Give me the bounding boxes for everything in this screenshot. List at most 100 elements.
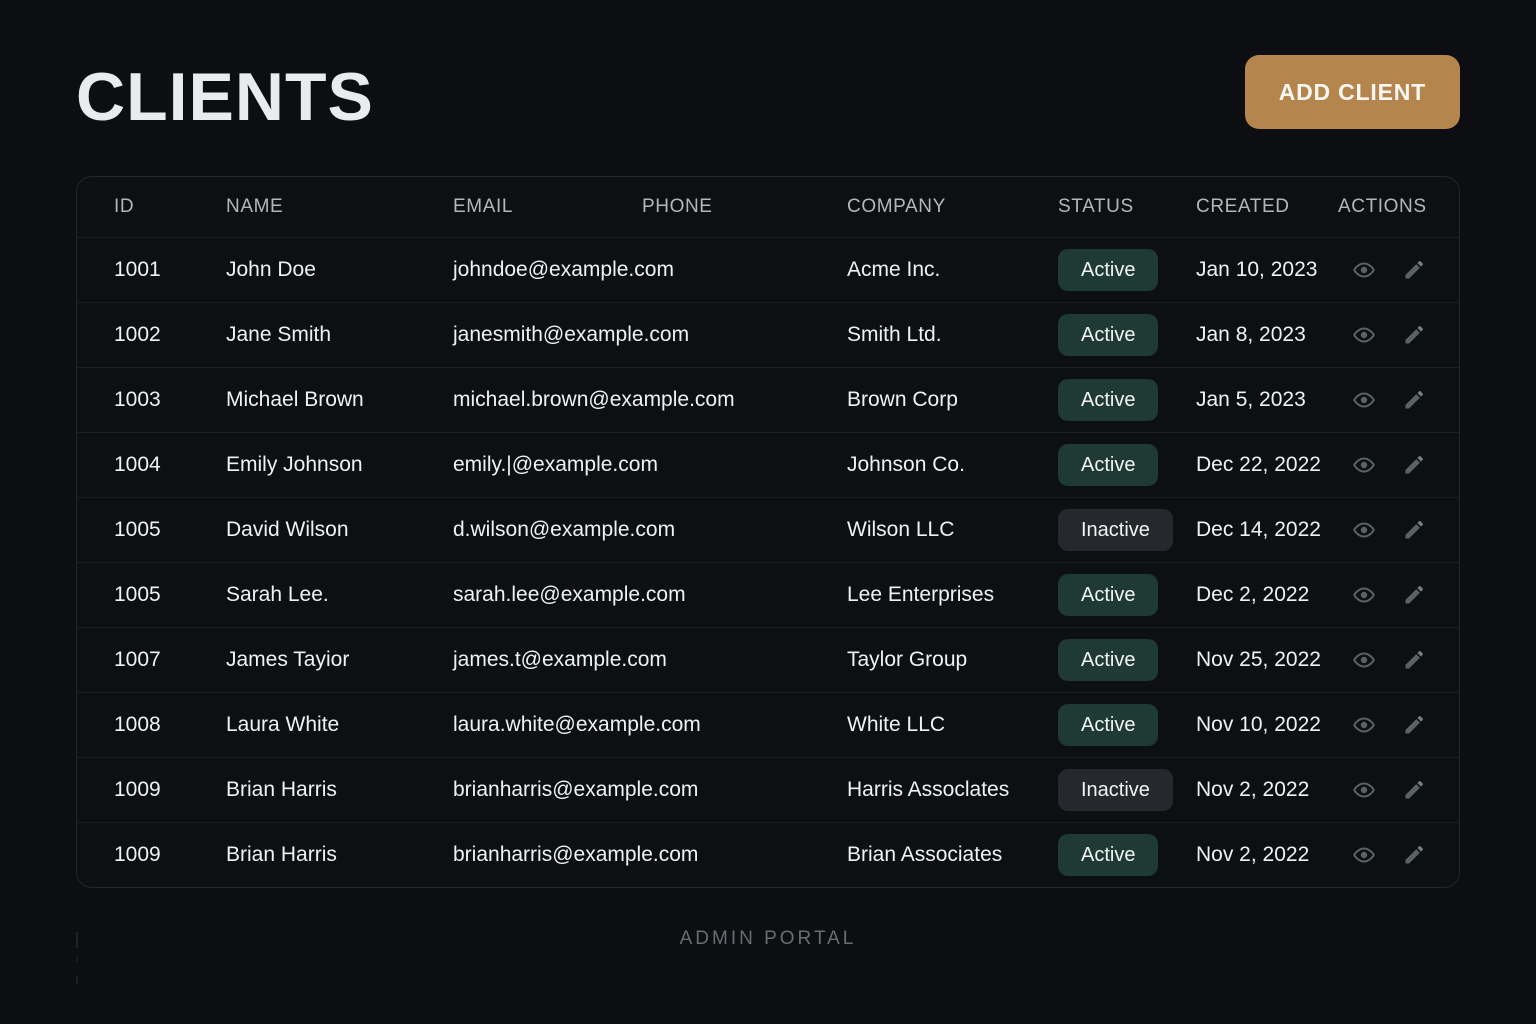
- cell-id: 1002: [114, 323, 226, 347]
- view-button[interactable]: [1352, 583, 1376, 607]
- cell-actions: [1338, 388, 1423, 412]
- pencil-icon: [1402, 778, 1426, 802]
- cell-actions: [1338, 778, 1423, 802]
- cell-status: Active: [1058, 704, 1196, 746]
- cell-name: Brian Harris: [226, 778, 453, 802]
- eye-icon: [1352, 778, 1376, 802]
- status-badge: Active: [1058, 639, 1158, 681]
- status-badge: Active: [1058, 704, 1158, 746]
- status-badge: Active: [1058, 249, 1158, 291]
- cell-name: Laura White: [226, 713, 453, 737]
- decorative-edge-artifact: [76, 932, 78, 1004]
- edit-button[interactable]: [1402, 713, 1426, 737]
- clients-page: CLIENTS ADD CLIENT IDNAMEEMAILPHONECOMPA…: [0, 0, 1536, 1024]
- column-header-created: CREATED: [1196, 196, 1338, 218]
- view-button[interactable]: [1352, 843, 1376, 867]
- edit-button[interactable]: [1402, 778, 1426, 802]
- view-button[interactable]: [1352, 713, 1376, 737]
- view-button[interactable]: [1352, 518, 1376, 542]
- cell-id: 1004: [114, 453, 226, 477]
- column-header-email: EMAIL: [453, 196, 642, 218]
- eye-icon: [1352, 648, 1376, 672]
- table-header-row: IDNAMEEMAILPHONECOMPANYSTATUSCREATEDACTI…: [77, 177, 1459, 237]
- status-badge: Active: [1058, 834, 1158, 876]
- top-bar: CLIENTS ADD CLIENT: [0, 0, 1536, 135]
- cell-id: 1007: [114, 648, 226, 672]
- cell-email: johndoe@example.com: [453, 258, 642, 282]
- cell-company: Taylor Group: [847, 648, 1058, 672]
- column-header-phone: PHONE: [642, 196, 847, 218]
- eye-icon: [1352, 258, 1376, 282]
- edit-button[interactable]: [1402, 453, 1426, 477]
- cell-status: Inactive: [1058, 769, 1196, 811]
- cell-created: Jan 10, 2023: [1196, 258, 1338, 282]
- table-row: 1007 James Tayior james.t@example.com Ta…: [77, 627, 1459, 692]
- edit-button[interactable]: [1402, 583, 1426, 607]
- view-button[interactable]: [1352, 323, 1376, 347]
- table-body: 1001 John Doe johndoe@example.com Acme I…: [77, 237, 1459, 887]
- eye-icon: [1352, 388, 1376, 412]
- cell-status: Active: [1058, 444, 1196, 486]
- cell-email: d.wilson@example.com: [453, 518, 642, 542]
- edit-button[interactable]: [1402, 648, 1426, 672]
- cell-created: Dec 14, 2022: [1196, 518, 1338, 542]
- cell-status: Active: [1058, 314, 1196, 356]
- edit-button[interactable]: [1402, 323, 1426, 347]
- pencil-icon: [1402, 843, 1426, 867]
- cell-actions: [1338, 323, 1423, 347]
- cell-company: Harris Assoclates: [847, 778, 1058, 802]
- eye-icon: [1352, 518, 1376, 542]
- cell-name: David Wilson: [226, 518, 453, 542]
- cell-status: Active: [1058, 639, 1196, 681]
- cell-status: Active: [1058, 574, 1196, 616]
- cell-company: White LLC: [847, 713, 1058, 737]
- cell-created: Dec 2, 2022: [1196, 583, 1338, 607]
- cell-email: michael.brown@example.com: [453, 388, 642, 412]
- status-badge: Inactive: [1058, 769, 1173, 811]
- cell-status: Active: [1058, 379, 1196, 421]
- cell-email: brianharris@example.com: [453, 843, 642, 867]
- column-header-id: ID: [114, 196, 226, 218]
- view-button[interactable]: [1352, 258, 1376, 282]
- cell-actions: [1338, 713, 1423, 737]
- cell-name: John Doe: [226, 258, 453, 282]
- cell-email: laura.white@example.com: [453, 713, 642, 737]
- table-row: 1005 Sarah Lee. sarah.lee@example.com Le…: [77, 562, 1459, 627]
- pencil-icon: [1402, 518, 1426, 542]
- cell-created: Jan 5, 2023: [1196, 388, 1338, 412]
- view-button[interactable]: [1352, 388, 1376, 412]
- cell-actions: [1338, 843, 1423, 867]
- column-header-name: NAME: [226, 196, 453, 218]
- status-badge: Active: [1058, 379, 1158, 421]
- cell-created: Nov 2, 2022: [1196, 843, 1338, 867]
- edit-button[interactable]: [1402, 518, 1426, 542]
- pencil-icon: [1402, 453, 1426, 477]
- view-button[interactable]: [1352, 778, 1376, 802]
- add-client-button[interactable]: ADD CLIENT: [1245, 55, 1460, 129]
- cell-created: Nov 25, 2022: [1196, 648, 1338, 672]
- cell-company: Wilson LLC: [847, 518, 1058, 542]
- cell-company: Johnson Co.: [847, 453, 1058, 477]
- view-button[interactable]: [1352, 648, 1376, 672]
- pencil-icon: [1402, 258, 1426, 282]
- cell-company: Lee Enterprises: [847, 583, 1058, 607]
- edit-button[interactable]: [1402, 258, 1426, 282]
- table-row: 1005 David Wilson d.wilson@example.com W…: [77, 497, 1459, 562]
- cell-email: james.t@example.com: [453, 648, 642, 672]
- cell-name: Sarah Lee.: [226, 583, 453, 607]
- edit-button[interactable]: [1402, 843, 1426, 867]
- table-row: 1008 Laura White laura.white@example.com…: [77, 692, 1459, 757]
- status-badge: Active: [1058, 314, 1158, 356]
- table-row: 1009 Brian Harris brianharris@example.co…: [77, 757, 1459, 822]
- cell-actions: [1338, 258, 1423, 282]
- edit-button[interactable]: [1402, 388, 1426, 412]
- cell-email: brianharris@example.com: [453, 778, 642, 802]
- table-row: 1004 Emily Johnson emily.|@example.com J…: [77, 432, 1459, 497]
- table-row: 1002 Jane Smith janesmith@example.com Sm…: [77, 302, 1459, 367]
- cell-created: Dec 22, 2022: [1196, 453, 1338, 477]
- view-button[interactable]: [1352, 453, 1376, 477]
- cell-id: 1005: [114, 583, 226, 607]
- cell-created: Nov 2, 2022: [1196, 778, 1338, 802]
- cell-actions: [1338, 583, 1423, 607]
- cell-id: 1009: [114, 843, 226, 867]
